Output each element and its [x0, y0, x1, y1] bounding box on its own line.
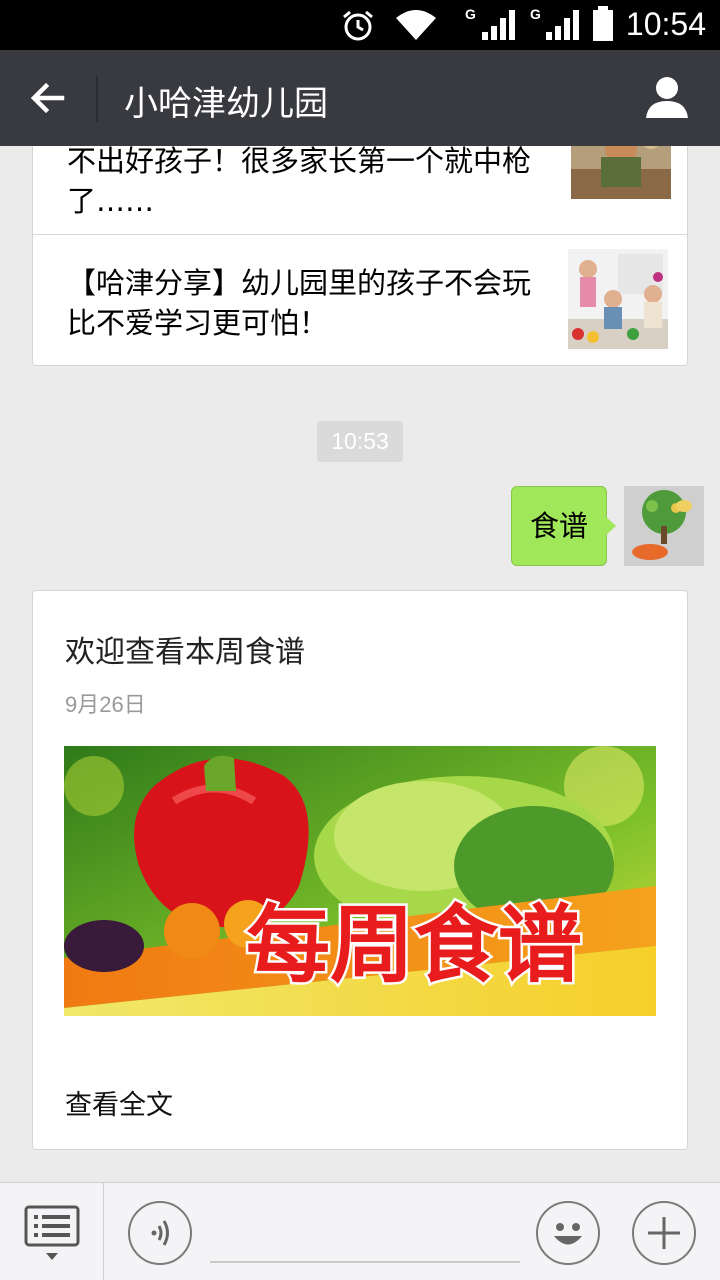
plus-icon	[648, 1217, 680, 1249]
article-title: 欢迎查看本周食谱	[65, 635, 305, 670]
title-bar: 小哈津幼儿园	[0, 50, 720, 146]
bubble-tail	[605, 516, 616, 536]
contact-icon[interactable]	[644, 74, 690, 120]
news-title: 不出好孩子！很多家长第一个就中枪了……	[67, 146, 532, 218]
battery-icon	[593, 6, 613, 41]
wifi-icon	[396, 10, 436, 40]
chat-area[interactable]: 不出好孩子！很多家长第一个就中枪了…… 【哈津分享】幼儿园里的孩子不会玩比不爱学…	[0, 146, 720, 1182]
article-date: 9月26日	[65, 692, 146, 717]
news-title: 【哈津分享】幼儿园里的孩子不会玩比不爱学习更可怕！	[67, 266, 532, 340]
title-divider	[96, 76, 98, 122]
signal-icon	[546, 10, 579, 40]
banner-text: 每周食谱	[246, 896, 582, 994]
sent-message-bubble[interactable]: 食谱	[511, 486, 607, 566]
clock: 10:54	[625, 6, 706, 42]
message-input[interactable]	[210, 1261, 520, 1263]
message-timestamp: 10:53	[317, 421, 403, 462]
read-more-link[interactable]: 查看全文	[65, 1083, 173, 1122]
news-thumbnail	[568, 249, 668, 349]
emoji-button[interactable]	[536, 1201, 600, 1265]
network-label: G	[530, 6, 541, 22]
status-bar: G G 10:54	[0, 0, 720, 50]
news-thumbnail	[571, 146, 671, 199]
alarm-icon	[343, 10, 373, 41]
voice-button[interactable]	[128, 1201, 192, 1265]
news-item[interactable]: 不出好孩子！很多家长第一个就中枪了……	[33, 146, 687, 234]
article-card[interactable]: 欢迎查看本周食谱 9月26日 每周食谱 查看全文	[32, 590, 688, 1150]
article-banner: 每周食谱	[64, 746, 656, 1016]
page-title: 小哈津幼儿园	[124, 84, 328, 124]
network-label: G	[465, 6, 476, 22]
signal-icon	[482, 10, 515, 40]
back-arrow-icon[interactable]	[24, 74, 72, 122]
menu-toggle-button[interactable]	[0, 1183, 104, 1280]
bottom-input-bar	[0, 1182, 720, 1280]
avatar[interactable]	[624, 486, 704, 566]
voice-icon	[151, 1220, 169, 1246]
news-card: 不出好孩子！很多家长第一个就中枪了…… 【哈津分享】幼儿园里的孩子不会玩比不爱学…	[32, 146, 688, 366]
emoji-icon	[554, 1223, 582, 1245]
news-item[interactable]: 【哈津分享】幼儿园里的孩子不会玩比不爱学习更可怕！	[33, 235, 687, 365]
menu-list-icon	[24, 1205, 80, 1260]
plus-button[interactable]	[632, 1201, 696, 1265]
